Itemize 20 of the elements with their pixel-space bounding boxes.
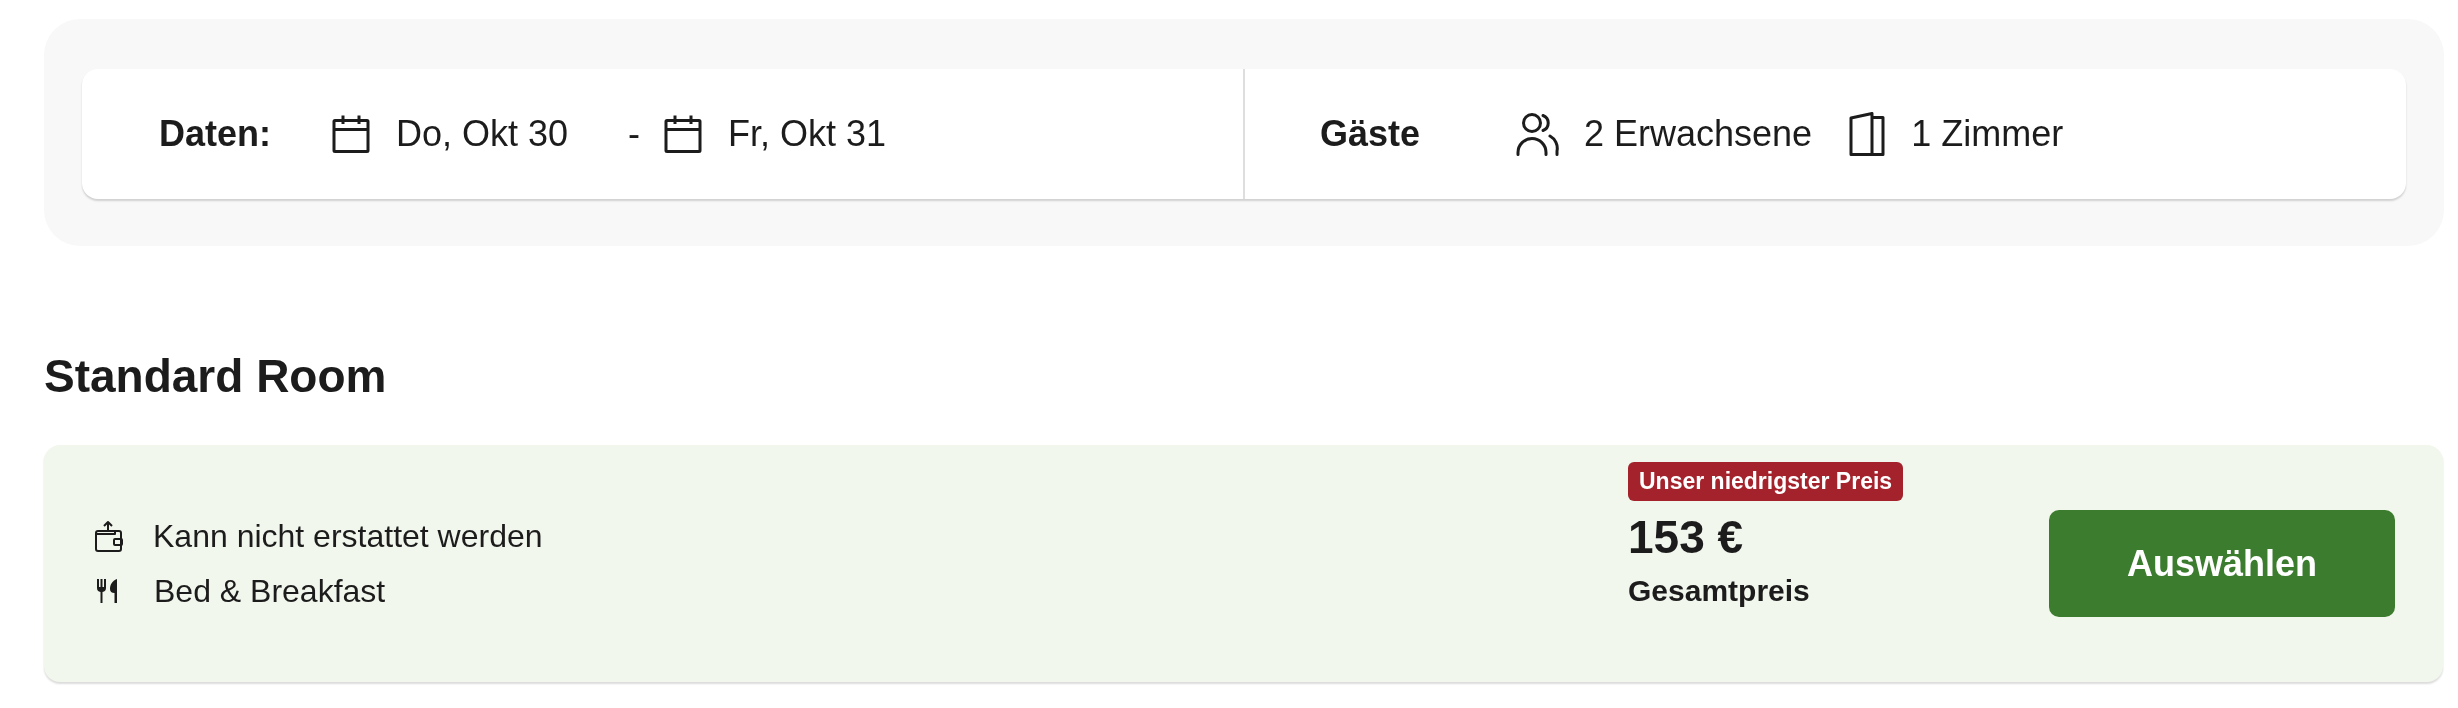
adults-button[interactable]: 2 Erwachsene bbox=[1515, 112, 1813, 156]
dates-label: Daten: bbox=[159, 113, 272, 155]
feature-text: Kann nicht erstattet werden bbox=[153, 517, 543, 557]
door-icon bbox=[1849, 112, 1886, 156]
people-icon bbox=[1515, 112, 1559, 156]
calendar-icon bbox=[331, 114, 371, 154]
rooms-button[interactable]: 1 Zimmer bbox=[1849, 112, 2064, 156]
fork-knife-icon bbox=[96, 578, 120, 605]
wallet-arrow-icon bbox=[95, 520, 123, 553]
price-amount: 153 € bbox=[1628, 511, 1744, 565]
check-out-button[interactable]: Fr, Okt 31 bbox=[663, 113, 887, 155]
room-title: Standard Room bbox=[44, 349, 388, 404]
guests-label: Gäste bbox=[1320, 113, 1422, 155]
date-separator: - bbox=[628, 113, 640, 155]
price-label: Gesamtpreis bbox=[1628, 573, 1810, 610]
select-button[interactable]: Auswählen bbox=[2049, 510, 2395, 618]
price-badge: Unser niedrigster Preis bbox=[1628, 462, 1904, 502]
calendar-icon bbox=[663, 114, 703, 154]
check-in-button[interactable]: Do, Okt 30 bbox=[331, 113, 611, 155]
feature-text: Bed & Breakfast bbox=[154, 572, 386, 612]
